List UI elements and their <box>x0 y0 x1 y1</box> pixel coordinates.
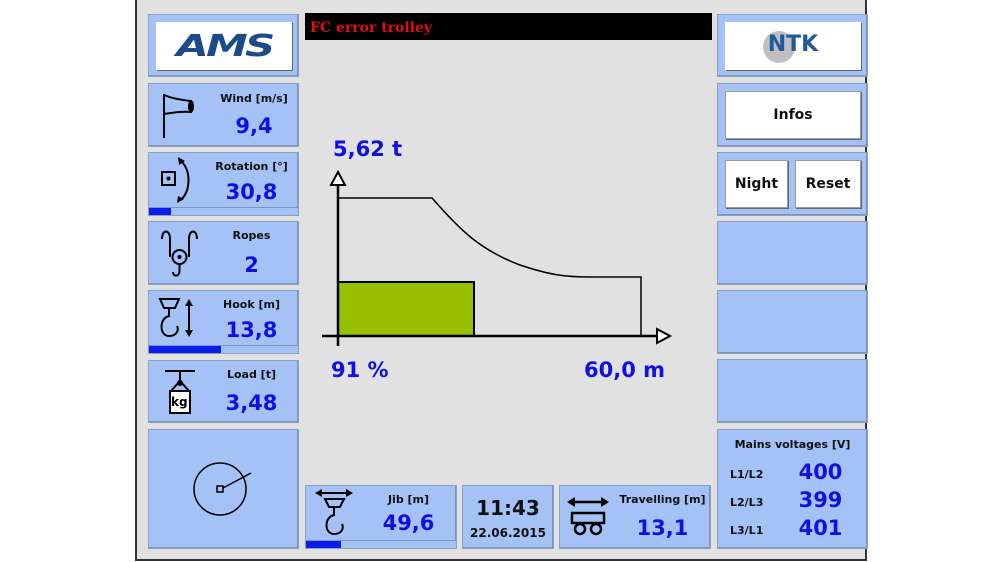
infos-button[interactable]: Infos <box>725 91 861 139</box>
kg-text: kg <box>171 395 188 409</box>
wind-panel: Wind [m/s] 9,4 <box>148 83 299 147</box>
ntk-logo: NTK <box>767 32 819 57</box>
date-display: 22.06.2015 <box>470 526 546 540</box>
jib-label: Jib [m] <box>387 493 430 506</box>
rotation-progress-bar <box>149 207 298 215</box>
mains-phase-label: L3/L1 <box>730 524 764 537</box>
jib-value: 49,6 <box>382 511 435 535</box>
ntk-logo-panel: NTK <box>717 14 868 77</box>
mains-title: Mains voltages [V] <box>734 438 851 451</box>
night-button[interactable]: Night <box>725 160 788 208</box>
progress-fill <box>149 346 221 353</box>
trolley-hook-icon <box>315 489 353 536</box>
night-reset-panel: Night Reset <box>717 152 868 216</box>
progress-fill <box>149 208 172 215</box>
load-value: 3,48 <box>225 391 278 415</box>
jib-progress-bar <box>306 540 456 548</box>
wind-value: 9,4 <box>235 114 273 138</box>
rotation-icon <box>161 157 190 203</box>
travelling-label: Travelling [m] <box>619 493 706 506</box>
alarm-bar: FC error trolley <box>305 13 712 40</box>
progress-fill <box>306 541 341 548</box>
max-load-label: 5,62 t <box>333 137 403 161</box>
y-axis-arrow <box>329 169 347 186</box>
hook-height-icon <box>158 298 193 338</box>
reset-button[interactable]: Reset <box>795 160 861 208</box>
max-radius-label: 60,0 m <box>584 358 666 382</box>
mains-phase-label: L2/L3 <box>730 496 764 509</box>
empty-panel-1 <box>717 221 868 285</box>
ams-logo-panel: AMS <box>148 14 299 77</box>
travelling-panel: Travelling [m] 13,1 <box>559 485 711 549</box>
mains-phase-label: L1/L2 <box>730 468 764 481</box>
hook-progress-bar <box>149 345 298 353</box>
wind-direction-gauge-icon <box>193 462 252 516</box>
gauge-panel <box>148 429 299 549</box>
empty-panel-3 <box>717 359 868 423</box>
infos-panel: Infos <box>717 83 868 147</box>
wind-flag-icon <box>163 94 194 138</box>
rotation-panel: Rotation [°] 30,8 <box>148 152 299 216</box>
wind-label: Wind [m/s] <box>220 92 288 105</box>
load-panel: kg Load [t] 3,48 <box>148 360 299 423</box>
clock-panel: 11:43 22.06.2015 <box>462 485 554 549</box>
load-percent-label: 91 % <box>331 358 389 382</box>
ropes-label: Ropes <box>232 229 271 242</box>
ams-logo: AMS <box>175 28 275 64</box>
load-weight-icon <box>165 370 195 414</box>
hook-value: 13,8 <box>225 318 278 342</box>
ropes-panel: Ropes 2 <box>148 221 299 285</box>
rotation-value: 30,8 <box>225 180 278 204</box>
empty-panel-2 <box>717 290 868 354</box>
hook-label: Hook [m] <box>223 298 280 311</box>
mains-voltage-value: 401 <box>798 516 843 540</box>
time-display: 11:43 <box>476 496 540 520</box>
mains-voltages-panel: Mains voltages [V] L1/L2 400 L2/L3 399 L3/… <box>717 429 868 549</box>
load-label: Load [t] <box>226 368 276 381</box>
travel-carriage-icon <box>567 497 609 536</box>
rotation-label: Rotation [°] <box>215 160 288 173</box>
ropes-value: 2 <box>244 253 259 277</box>
mains-voltage-value: 399 <box>798 488 843 512</box>
load-fill-bar <box>337 281 475 337</box>
hook-panel: Hook [m] 13,8 <box>148 290 299 354</box>
mains-voltage-value: 400 <box>798 460 843 484</box>
jib-panel: Jib [m] 49,6 <box>305 485 457 549</box>
load-chart <box>322 169 673 346</box>
travelling-value: 13,1 <box>636 516 689 540</box>
ropes-hook-icon <box>161 230 198 277</box>
x-axis-arrow <box>656 327 673 345</box>
alarm-text: FC error trolley <box>310 20 433 36</box>
